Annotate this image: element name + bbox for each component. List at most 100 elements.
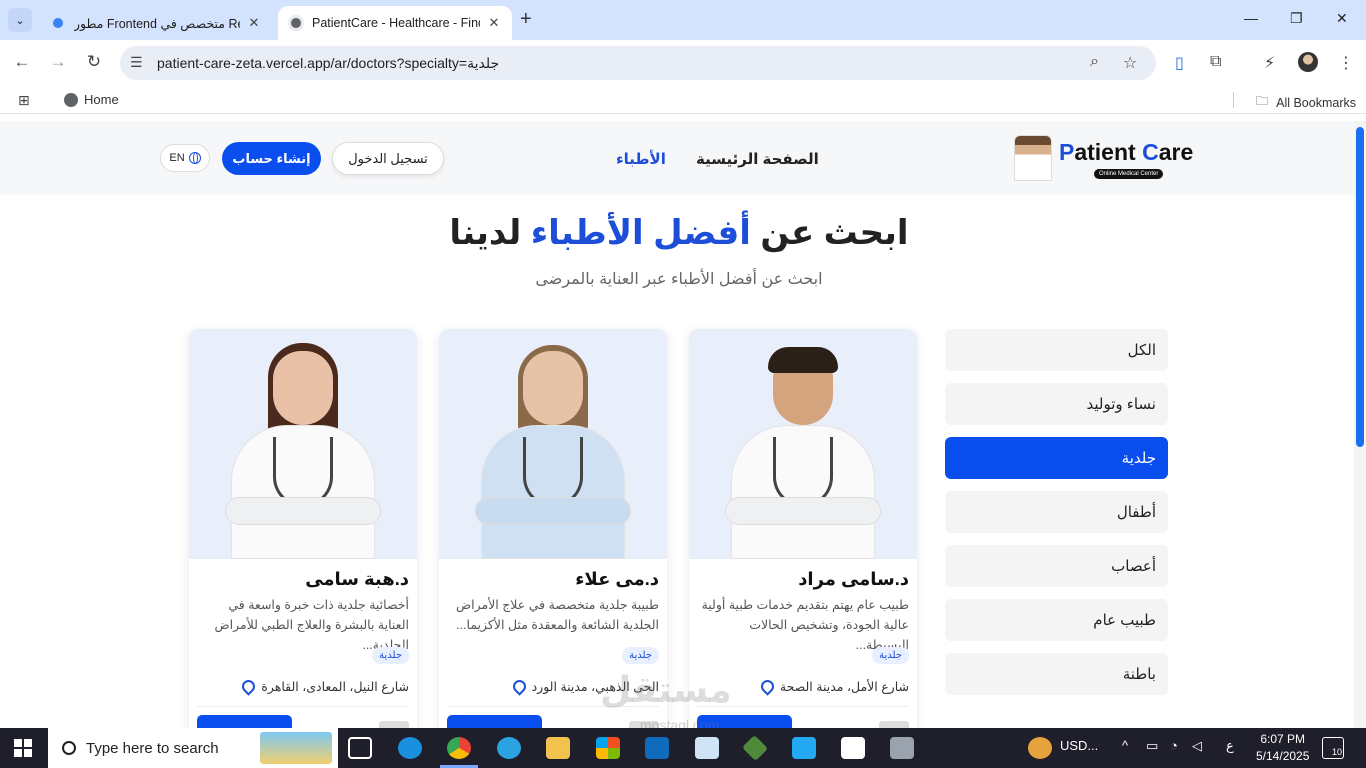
outlook-icon[interactable] bbox=[645, 737, 669, 759]
filter-internal[interactable]: باطنة bbox=[945, 653, 1168, 695]
filter-obgyn[interactable]: نساء وتوليد bbox=[945, 383, 1168, 425]
language-label: EN bbox=[169, 152, 185, 164]
restore-icon[interactable]: ❐ bbox=[1290, 10, 1303, 27]
notifications-icon[interactable]: 10 bbox=[1322, 737, 1344, 759]
signup-button[interactable]: إنشاء حساب bbox=[222, 142, 321, 175]
filter-neurology[interactable]: أعصاب bbox=[945, 545, 1168, 587]
task-view-icon[interactable] bbox=[348, 737, 372, 759]
search-placeholder: Type here to search bbox=[86, 739, 219, 757]
profile-avatar[interactable] bbox=[1298, 52, 1318, 72]
location-pin-icon bbox=[509, 677, 529, 696]
extensions-icon[interactable]: ⧉ bbox=[1210, 53, 1221, 71]
doctor-arms bbox=[475, 497, 631, 525]
nav-doctors-link[interactable]: الأطباء bbox=[616, 150, 666, 168]
site-header: Patient Care Online Medical Center الصفح… bbox=[0, 121, 1354, 195]
specialty-badge: جلدية bbox=[622, 647, 659, 664]
tab-close-icon[interactable]: ✕ bbox=[486, 15, 502, 31]
new-tab-icon[interactable]: + bbox=[520, 9, 532, 29]
currency-widget-icon[interactable] bbox=[1028, 737, 1052, 759]
doctor-name: د.هبة سامى bbox=[305, 569, 409, 589]
reload-icon[interactable]: ↻ bbox=[83, 52, 105, 72]
login-button[interactable]: تسجيل الدخول bbox=[332, 142, 444, 175]
battery-icon[interactable]: ▭ bbox=[1146, 738, 1158, 754]
location-text: شارع الأمل، مدينة الصحة bbox=[779, 680, 909, 694]
logo-doctor-image bbox=[1014, 135, 1052, 181]
nav-home-link[interactable]: الصفحة الرئيسية bbox=[696, 150, 819, 168]
doctor-head bbox=[273, 351, 333, 425]
clock-time: 6:07 PM bbox=[1260, 732, 1306, 746]
performance-icon[interactable]: ⚡ bbox=[1264, 53, 1275, 73]
app-icon[interactable] bbox=[741, 734, 769, 762]
calculator-icon[interactable] bbox=[890, 737, 914, 759]
tab-strip: ⌄ مطور Frontend متخصص في React ✕ Patient… bbox=[0, 0, 1366, 40]
input-language[interactable]: ع bbox=[1226, 738, 1234, 754]
currency-widget-label[interactable]: USD... bbox=[1060, 738, 1098, 753]
taskbar-clock[interactable]: 6:07 PM 5/14/2025 bbox=[1256, 731, 1309, 765]
edge-icon[interactable] bbox=[398, 737, 422, 759]
location-text: شارع النيل، المعادى، القاهرة bbox=[261, 680, 409, 694]
back-icon[interactable]: ← bbox=[11, 52, 33, 72]
telegram-icon[interactable] bbox=[497, 737, 521, 759]
location-pin-icon bbox=[239, 677, 258, 696]
app-icon[interactable] bbox=[841, 737, 865, 759]
forward-icon[interactable]: → bbox=[47, 52, 69, 72]
book-button[interactable] bbox=[447, 715, 542, 728]
site-info-icon[interactable]: ☰ bbox=[130, 54, 143, 71]
tray-chevron-icon[interactable]: ^ bbox=[1122, 738, 1128, 753]
tab-title: PatientCare - Healthcare - Find bbox=[312, 16, 480, 30]
page-scrollbar[interactable] bbox=[1354, 121, 1366, 728]
bookmarks-bar: ⊞ Home 🗀 All Bookmarks bbox=[0, 86, 1366, 114]
tab-patientcare[interactable]: PatientCare - Healthcare - Find ✕ bbox=[278, 6, 512, 40]
windows-start-icon[interactable] bbox=[14, 739, 32, 757]
doctor-location: شارع النيل، المعادى، القاهرة bbox=[239, 677, 409, 696]
chrome-icon[interactable] bbox=[447, 737, 471, 759]
language-toggle[interactable]: EN bbox=[160, 144, 210, 172]
browser-toolbar: ← → ↻ ☰ patient-care-zeta.vercel.app/ar/… bbox=[0, 40, 1366, 86]
tab-favicon-icon bbox=[50, 15, 66, 31]
menu-icon[interactable]: ⋮ bbox=[1338, 53, 1354, 73]
book-button[interactable] bbox=[197, 715, 292, 728]
file-explorer-icon[interactable] bbox=[546, 737, 570, 759]
filter-general[interactable]: طبيب عام bbox=[945, 599, 1168, 641]
folder-icon: 🗀 bbox=[1255, 94, 1269, 108]
scrollbar-thumb[interactable] bbox=[1356, 127, 1364, 447]
logo-text: Patient Care bbox=[1059, 139, 1194, 165]
logo-subtitle: Online Medical Center bbox=[1094, 169, 1164, 179]
volume-icon[interactable]: ◁ bbox=[1192, 738, 1202, 754]
watermark-logo: مستقل bbox=[600, 669, 732, 710]
doctor-card[interactable]: د.هبة سامى أخصائية جلدية ذات خبرة واسعة … bbox=[189, 329, 417, 728]
vscode-icon[interactable] bbox=[792, 737, 816, 759]
taskbar-search[interactable]: Type here to search bbox=[48, 728, 338, 768]
zoom-icon[interactable]: ⌕ bbox=[1090, 53, 1099, 71]
page-title: ابحث عن أفضل الأطباء لدينا bbox=[449, 214, 909, 252]
doctor-photo bbox=[439, 329, 667, 559]
filter-pediatrics[interactable]: أطفال bbox=[945, 491, 1168, 533]
photos-icon[interactable] bbox=[695, 737, 719, 759]
address-bar[interactable]: ☰ patient-care-zeta.vercel.app/ar/doctor… bbox=[120, 46, 1156, 80]
bookmark-home[interactable]: Home bbox=[64, 92, 119, 107]
doctor-arms bbox=[225, 497, 381, 525]
clock-date: 5/14/2025 bbox=[1256, 749, 1310, 763]
store-icon[interactable] bbox=[596, 737, 620, 759]
filter-dermatology[interactable]: جلدية bbox=[945, 437, 1168, 479]
tab-close-icon[interactable]: ✕ bbox=[246, 15, 262, 31]
doctor-arms bbox=[725, 497, 881, 525]
tab-mostaql[interactable]: مطور Frontend متخصص في React ✕ bbox=[40, 6, 272, 40]
wifi-icon[interactable]: ◔ bbox=[1170, 738, 1178, 753]
tab-search-button[interactable]: ⌄ bbox=[8, 8, 32, 32]
search-icon bbox=[62, 741, 76, 755]
close-window-icon[interactable]: ✕ bbox=[1336, 10, 1348, 27]
phone-icon[interactable]: ▯ bbox=[1175, 53, 1184, 73]
bookmarks-divider bbox=[1233, 92, 1234, 108]
doctor-head bbox=[523, 351, 583, 425]
bookmark-star-icon[interactable]: ☆ bbox=[1123, 53, 1137, 73]
doctor-location: شارع الأمل، مدينة الصحة bbox=[758, 677, 909, 696]
apps-grid-icon[interactable]: ⊞ bbox=[18, 92, 30, 109]
url-text: patient-care-zeta.vercel.app/ar/doctors?… bbox=[157, 55, 500, 71]
minimize-icon[interactable]: — bbox=[1244, 10, 1258, 26]
all-bookmarks[interactable]: 🗀 All Bookmarks bbox=[1256, 92, 1356, 113]
doctor-name: د.سامى مراد bbox=[798, 569, 909, 589]
page-subtitle: ابحث عن أفضل الأطباء عبر العناية بالمرضى bbox=[535, 271, 823, 288]
site-logo[interactable]: Patient Care Online Medical Center bbox=[1014, 133, 1194, 183]
filter-all[interactable]: الكل bbox=[945, 329, 1168, 371]
